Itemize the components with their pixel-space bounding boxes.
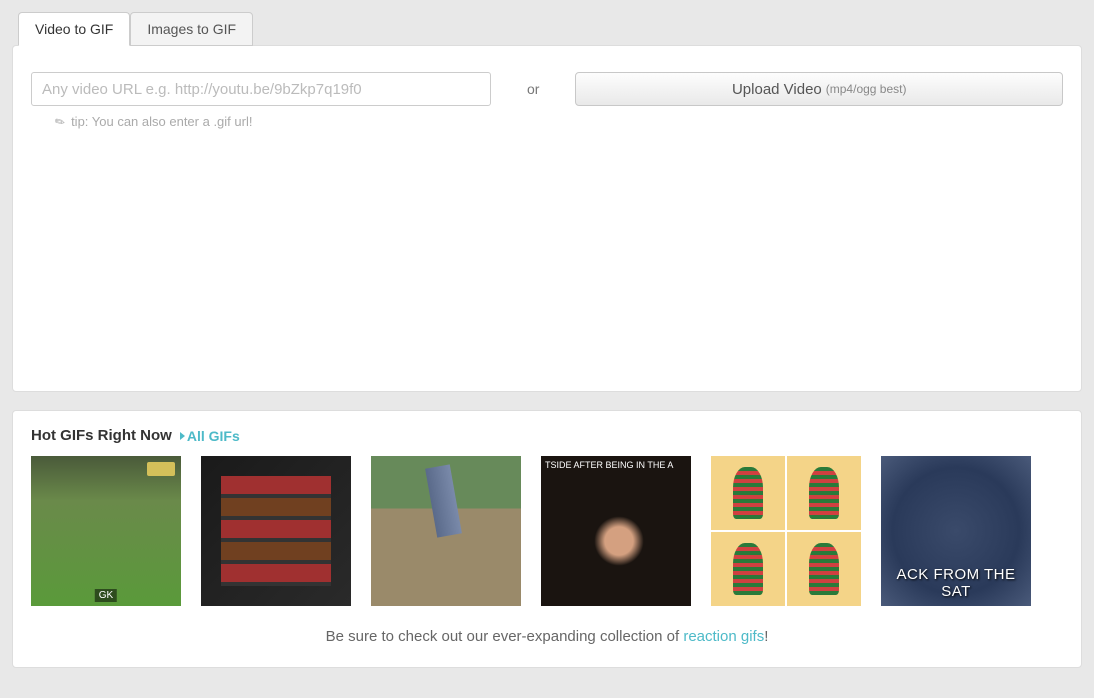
gif-thumb[interactable] <box>541 456 691 606</box>
video-url-input[interactable] <box>31 72 491 106</box>
tip-text: tip: You can also enter a .gif url! <box>71 114 252 129</box>
pin-icon: ✎ <box>52 113 68 130</box>
reaction-gifs-link[interactable]: reaction gifs <box>683 628 764 645</box>
hot-header: Hot GIFs Right Now All GIFs <box>31 427 1063 444</box>
all-gifs-link[interactable]: All GIFs <box>180 428 240 444</box>
gif-thumb[interactable] <box>31 456 181 606</box>
triangle-icon <box>180 432 185 440</box>
tab-images-to-gif[interactable]: Images to GIF <box>130 12 253 46</box>
tab-list: Video to GIF Images to GIF <box>12 12 1082 46</box>
all-gifs-label: All GIFs <box>187 428 240 444</box>
main-panel: or Upload Video (mp4/ogg best) ✎ tip: Yo… <box>12 45 1082 392</box>
footer-prefix: Be sure to check out our ever-expanding … <box>326 628 684 645</box>
upload-label: Upload Video <box>732 81 822 98</box>
gif-thumb[interactable] <box>371 456 521 606</box>
content-spacer <box>31 129 1063 369</box>
gif-thumb[interactable] <box>711 456 861 606</box>
tip-row: ✎ tip: You can also enter a .gif url! <box>55 114 1063 129</box>
hot-gifs-panel: Hot GIFs Right Now All GIFs Be sure to c… <box>12 410 1082 668</box>
input-row: or Upload Video (mp4/ogg best) <box>31 72 1063 106</box>
upload-subtext: (mp4/ogg best) <box>826 82 907 96</box>
thumbnail-row <box>31 456 1063 606</box>
gif-thumb[interactable] <box>201 456 351 606</box>
or-separator: or <box>515 81 551 97</box>
upload-video-button[interactable]: Upload Video (mp4/ogg best) <box>575 72 1063 106</box>
footer-suffix: ! <box>764 628 768 645</box>
tab-video-to-gif[interactable]: Video to GIF <box>18 12 130 46</box>
footer-text: Be sure to check out our ever-expanding … <box>31 628 1063 645</box>
tabs-container: Video to GIF Images to GIF <box>12 12 1082 46</box>
hot-gifs-title: Hot GIFs Right Now <box>31 427 172 444</box>
gif-thumb[interactable] <box>881 456 1031 606</box>
